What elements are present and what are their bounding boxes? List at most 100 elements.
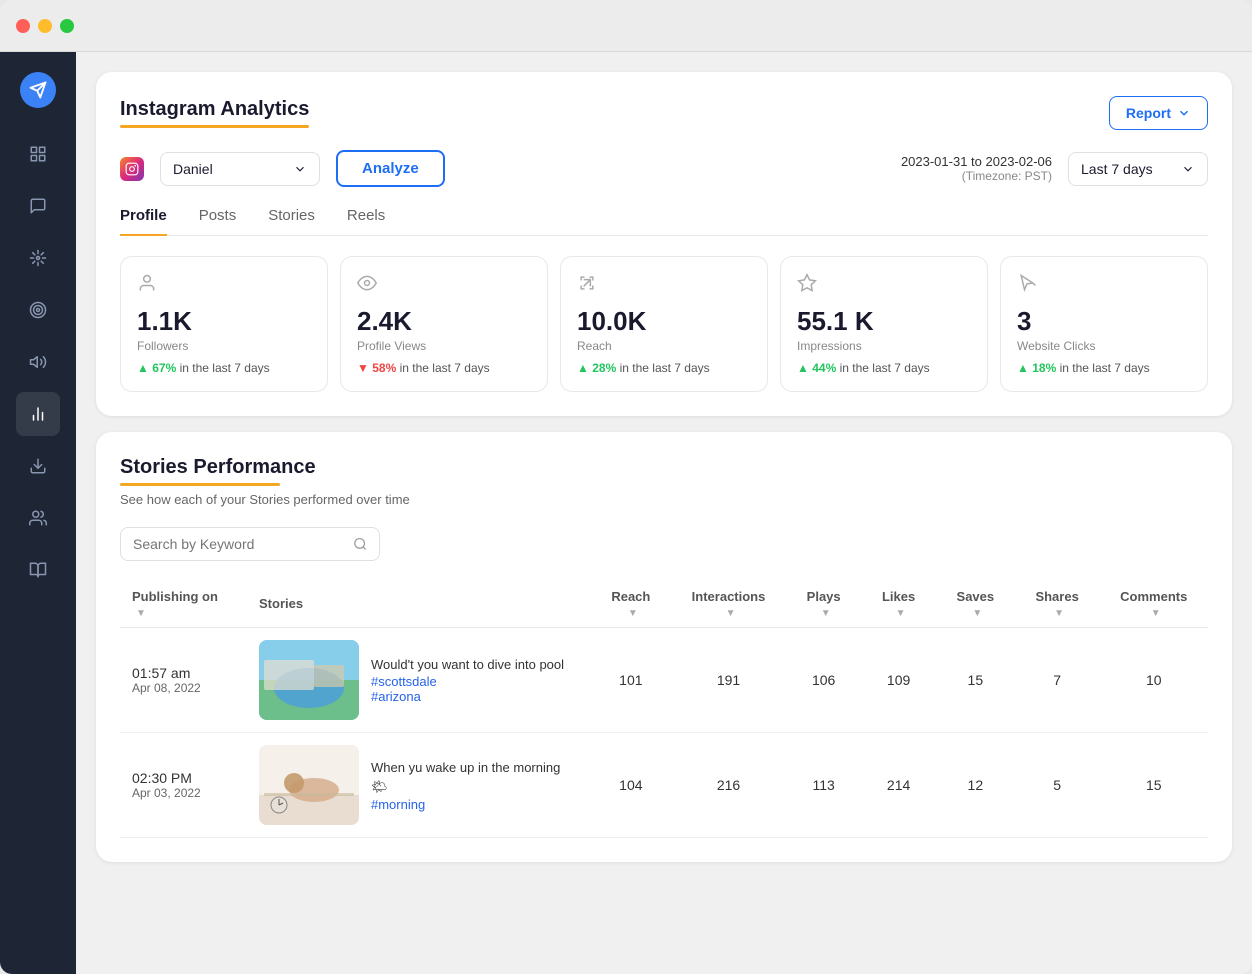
plays-2: 113 [786,732,861,837]
stat-reach: 10.0K Reach ▲ 28% in the last 7 days [560,256,768,392]
title-underline [120,125,309,128]
account-selector[interactable]: Daniel [160,152,320,186]
cursor-icon [1017,273,1191,298]
story-content-2: When yu wake up in the morning 🌤 #mornin… [259,745,579,825]
impressions-value: 55.1 K [797,306,971,337]
reach-1: 101 [591,627,671,732]
sidebar-item-grid[interactable] [16,132,60,176]
col-plays[interactable]: Plays ▼ [786,581,861,628]
stories-card: Stories Performance See how each of your… [96,432,1232,862]
reach-2: 104 [591,732,671,837]
plays-1: 106 [786,627,861,732]
profile-views-label: Profile Views [357,339,531,353]
minimize-button[interactable] [38,19,52,33]
story-content-1: Would't you want to dive into pool #scot… [259,640,579,720]
table-row: 02:30 PM Apr 03, 2022 [120,732,1208,837]
col-saves[interactable]: Saves ▼ [936,581,1015,628]
date-range: 2023-01-31 to 2023-02-06 [901,154,1052,169]
col-likes[interactable]: Likes ▼ [861,581,936,628]
analyze-button[interactable]: Analyze [336,150,445,187]
saves-2: 12 [936,732,1015,837]
person-icon [137,273,311,298]
shares-1: 7 [1015,627,1100,732]
sidebar-logo[interactable] [20,72,56,108]
website-clicks-value: 3 [1017,306,1191,337]
timezone: (Timezone: PST) [901,169,1052,183]
publish-date-2: 02:30 PM Apr 03, 2022 [132,770,235,800]
stories-title-container: Stories Performance [120,456,1208,486]
sort-icon-plays: ▼ [821,608,831,619]
titlebar [0,0,1252,52]
main-content: Instagram Analytics Report [76,52,1252,974]
website-clicks-label: Website Clicks [1017,339,1191,353]
col-interactions[interactable]: Interactions ▼ [671,581,786,628]
app-body: Instagram Analytics Report [0,52,1252,974]
close-button[interactable] [16,19,30,33]
sidebar-item-people[interactable] [16,496,60,540]
date-selector[interactable]: Last 7 days [1068,152,1208,186]
report-button[interactable]: Report [1109,96,1208,130]
reach-label: Reach [577,339,751,353]
sidebar-item-megaphone[interactable] [16,340,60,384]
col-reach[interactable]: Reach ▼ [591,581,671,628]
likes-2: 214 [861,732,936,837]
stats-row: 1.1K Followers ▲ 67% in the last 7 days … [120,256,1208,392]
stat-impressions: 55.1 K Impressions ▲ 44% in the last 7 d… [780,256,988,392]
followers-change: ▲ 67% in the last 7 days [137,361,311,375]
interactions-1: 191 [671,627,786,732]
interactions-2: 216 [671,732,786,837]
sidebar-item-network[interactable] [16,236,60,280]
comments-2: 15 [1099,732,1208,837]
sidebar-item-target[interactable] [16,288,60,332]
sort-icon-reach: ▼ [628,608,638,619]
likes-1: 109 [861,627,936,732]
search-box[interactable] [120,527,380,561]
sidebar-item-library[interactable] [16,548,60,592]
analyze-row: Daniel Analyze 2023-01-31 to 2023-02-06 … [120,150,1208,187]
analytics-title-container: Instagram Analytics [120,98,309,128]
stat-profile-views: 2.4K Profile Views ▼ 58% in the last 7 d… [340,256,548,392]
followers-label: Followers [137,339,311,353]
tab-profile[interactable]: Profile [120,207,167,236]
reach-change: ▲ 28% in the last 7 days [577,361,751,375]
story-thumbnail-2 [259,745,359,825]
search-input[interactable] [133,536,345,552]
search-icon [353,536,367,552]
impressions-change: ▲ 44% in the last 7 days [797,361,971,375]
maximize-button[interactable] [60,19,74,33]
sort-icon-saves: ▼ [972,608,982,619]
story-text-2: When yu wake up in the morning 🌤 #mornin… [371,758,579,812]
col-stories[interactable]: Stories [247,581,591,628]
tab-reels[interactable]: Reels [347,207,385,236]
stories-subtitle: See how each of your Stories performed o… [120,492,1208,507]
followers-value: 1.1K [137,306,311,337]
profile-views-change: ▼ 58% in the last 7 days [357,361,531,375]
impressions-label: Impressions [797,339,971,353]
comments-1: 10 [1099,627,1208,732]
col-shares[interactable]: Shares ▼ [1015,581,1100,628]
col-publishing-on[interactable]: Publishing on ▼ [120,581,247,628]
morning-image [259,745,359,825]
stories-table: Publishing on ▼ Stories Reach ▼ [120,581,1208,838]
story-thumbnail-1 [259,640,359,720]
profile-tabs: Profile Posts Stories Reels [120,207,1208,236]
sidebar-item-analytics[interactable] [16,392,60,436]
tab-posts[interactable]: Posts [199,207,237,236]
app-window: Instagram Analytics Report [0,0,1252,974]
sort-icon-likes: ▼ [896,608,906,619]
star-icon [797,273,971,298]
sidebar-item-download[interactable] [16,444,60,488]
publish-date-1: 01:57 am Apr 08, 2022 [132,665,235,695]
tab-stories[interactable]: Stories [268,207,315,236]
account-name: Daniel [173,161,213,177]
report-button-label: Report [1126,105,1171,121]
sort-icon-comments: ▼ [1151,608,1161,619]
analytics-card: Instagram Analytics Report [96,72,1232,416]
sort-icon-publishing: ▼ [136,608,146,619]
sidebar-item-chat[interactable] [16,184,60,228]
profile-views-value: 2.4K [357,306,531,337]
analytics-header: Instagram Analytics Report [120,96,1208,130]
col-comments[interactable]: Comments ▼ [1099,581,1208,628]
analytics-title: Instagram Analytics [120,98,309,121]
stat-followers: 1.1K Followers ▲ 67% in the last 7 days [120,256,328,392]
